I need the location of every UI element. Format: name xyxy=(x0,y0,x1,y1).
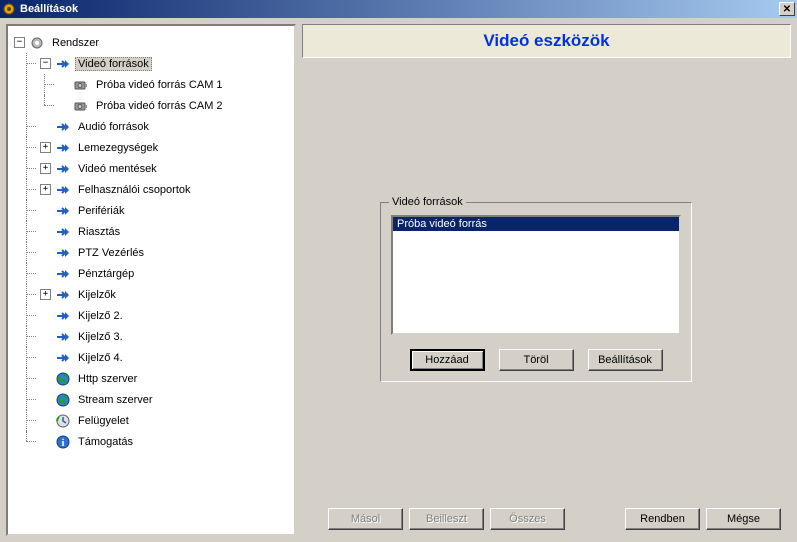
tree-label: Támogatás xyxy=(75,435,136,449)
arrow-icon xyxy=(55,119,71,135)
tree-label: Lemezegységek xyxy=(75,141,161,155)
expand-toggle[interactable]: + xyxy=(40,289,51,300)
tree-item[interactable]: + Videó mentések xyxy=(36,158,292,179)
tree-label: Kijelző 4. xyxy=(75,351,126,365)
tree-label: Kijelző 2. xyxy=(75,309,126,323)
tree-item[interactable]: Stream szerver xyxy=(36,389,292,410)
arrow-icon xyxy=(55,266,71,282)
bottom-button-bar: Másol Beilleszt Összes Rendben Mégse xyxy=(302,506,791,536)
tree-item[interactable]: i Támogatás xyxy=(36,431,292,452)
expand-toggle[interactable]: + xyxy=(40,184,51,195)
tree-label: Stream szerver xyxy=(75,393,156,407)
arrow-icon xyxy=(55,140,71,156)
tree-item[interactable]: Riasztás xyxy=(36,221,292,242)
arrow-icon xyxy=(55,182,71,198)
tree-label: Felhasználói csoportok xyxy=(75,183,194,197)
tree-item[interactable]: + Kijelzők xyxy=(36,284,292,305)
arrow-icon xyxy=(55,350,71,366)
tree-label: Http szerver xyxy=(75,372,140,386)
tree-item[interactable]: PTZ Vezérlés xyxy=(36,242,292,263)
globe-icon xyxy=(55,392,71,408)
tree-label: Videó mentések xyxy=(75,162,160,176)
tree-label: Kijelző 3. xyxy=(75,330,126,344)
camera-icon xyxy=(73,77,89,93)
copy-button[interactable]: Másol xyxy=(328,508,403,530)
tree-item[interactable]: Kijelző 4. xyxy=(36,347,292,368)
tree-label: Rendszer xyxy=(49,36,102,50)
history-icon xyxy=(55,413,71,429)
expand-toggle[interactable]: + xyxy=(40,163,51,174)
tree-label: Pénztárgép xyxy=(75,267,137,281)
tree-item[interactable]: + Felhasználói csoportok xyxy=(36,179,292,200)
tree-item[interactable]: − Videó források xyxy=(36,53,292,74)
svg-text:i: i xyxy=(62,438,65,449)
arrow-icon xyxy=(55,308,71,324)
add-button[interactable]: Hozzáad xyxy=(410,349,485,371)
tree-label: Perifériák xyxy=(75,204,127,218)
info-icon: i xyxy=(55,434,71,450)
tree-item[interactable]: Kijelző 3. xyxy=(36,326,292,347)
tree-item[interactable]: Perifériák xyxy=(36,200,292,221)
window-title: Beállítások xyxy=(20,3,779,15)
paste-button[interactable]: Beilleszt xyxy=(409,508,484,530)
tree-item[interactable]: Felügyelet xyxy=(36,410,292,431)
cancel-button[interactable]: Mégse xyxy=(706,508,781,530)
expand-toggle[interactable]: − xyxy=(40,58,51,69)
close-button[interactable]: ✕ xyxy=(779,2,795,16)
nav-tree-panel: − Rendszer − Videó források Próba videó forr… xyxy=(6,24,296,536)
tree-label: Riasztás xyxy=(75,225,123,239)
tree-item[interactable]: Audió források xyxy=(36,116,292,137)
tree-label: Kijelzők xyxy=(75,288,119,302)
arrow-icon xyxy=(55,203,71,219)
globe-icon xyxy=(55,371,71,387)
arrow-icon xyxy=(55,56,71,72)
app-icon xyxy=(2,2,16,16)
ok-button[interactable]: Rendben xyxy=(625,508,700,530)
tree-item[interactable]: Pénztárgép xyxy=(36,263,292,284)
tree-label: Próba videó forrás CAM 1 xyxy=(93,78,226,92)
sources-listbox[interactable]: Próba videó forrás xyxy=(391,215,681,335)
content-area: Videó források Próba videó forrás Hozzáa… xyxy=(302,64,791,500)
settings-button[interactable]: Beállítások xyxy=(588,349,663,371)
tree-item[interactable]: Http szerver xyxy=(36,368,292,389)
tree-label: Audió források xyxy=(75,120,152,134)
tree-label: Videó források xyxy=(75,57,152,71)
arrow-icon xyxy=(55,287,71,303)
title-bar: Beállítások ✕ xyxy=(0,0,797,18)
tree-root-item[interactable]: − Rendszer xyxy=(10,32,292,53)
tree-label: PTZ Vezérlés xyxy=(75,246,147,260)
gear-icon xyxy=(29,35,45,51)
tree-label: Próba videó forrás CAM 2 xyxy=(93,99,226,113)
delete-button[interactable]: Töröl xyxy=(499,349,574,371)
page-header: Videó eszközök xyxy=(302,24,791,58)
list-item[interactable]: Próba videó forrás xyxy=(393,217,679,231)
tree-item[interactable]: Próba videó forrás CAM 1 xyxy=(54,74,292,95)
page-title: Videó eszközök xyxy=(483,31,609,51)
video-sources-group: Videó források Próba videó forrás Hozzáa… xyxy=(380,202,692,382)
arrow-icon xyxy=(55,329,71,345)
arrow-icon xyxy=(55,245,71,261)
all-button[interactable]: Összes xyxy=(490,508,565,530)
tree-item[interactable]: Próba videó forrás CAM 2 xyxy=(54,95,292,116)
arrow-icon xyxy=(55,224,71,240)
group-legend: Videó források xyxy=(389,196,466,208)
tree-label: Felügyelet xyxy=(75,414,132,428)
camera-icon xyxy=(73,98,89,114)
tree-item[interactable]: + Lemezegységek xyxy=(36,137,292,158)
arrow-icon xyxy=(55,161,71,177)
tree-item[interactable]: Kijelző 2. xyxy=(36,305,292,326)
expand-toggle[interactable]: − xyxy=(14,37,25,48)
expand-toggle[interactable]: + xyxy=(40,142,51,153)
